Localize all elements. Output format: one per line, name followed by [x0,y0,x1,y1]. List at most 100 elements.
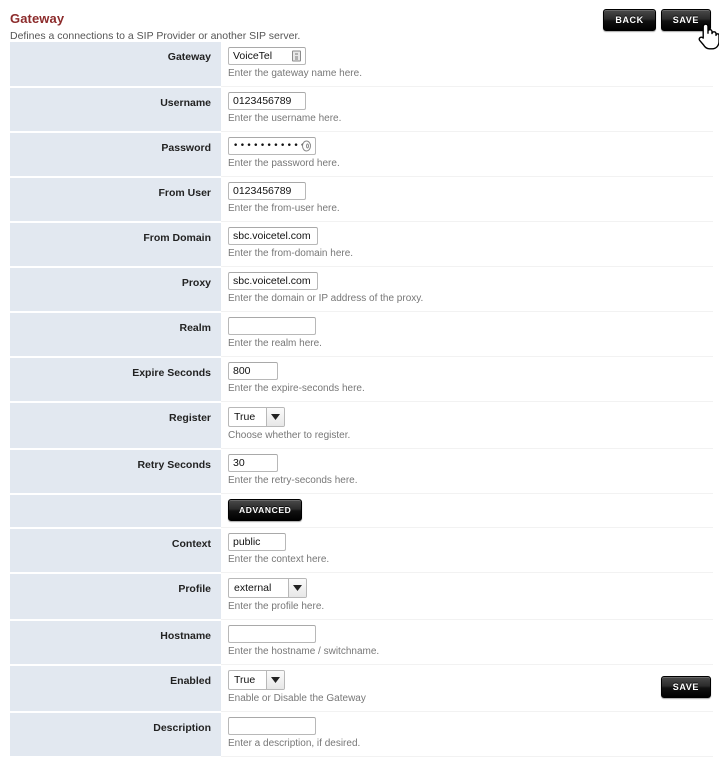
field-cell-proxy: Enter the domain or IP address of the pr… [221,266,713,312]
retry-seconds-input[interactable] [228,454,278,472]
label-text-context: Context [171,537,211,550]
field-cell-from-domain: Enter the from-domain here. [221,221,713,267]
field-label-from-user: From User [10,176,221,223]
form-row-profile: Profile external Enter the profile here. [10,572,713,621]
realm-input[interactable] [228,317,316,335]
label-text-from-user: From User [158,186,211,199]
field-hint-from-domain: Enter the from-domain here. [228,248,354,259]
form-row-from-user: From User Enter the from-user here. [10,176,713,223]
form-row-hostname: Hostname Enter the hostname / switchname. [10,619,713,666]
field-label-description: Description [10,711,221,758]
chevron-down-icon[interactable] [288,579,306,597]
save-button-bottom[interactable]: SAVE [660,676,711,698]
gateway-form-rows: Gateway Enter the gateway name here. Usern… [10,42,713,758]
field-label-username: Username [10,86,221,133]
label-text-gateway: Gateway [167,51,211,63]
field-hint-description: Enter a description, if desired. [228,738,361,749]
label-text-enabled: Enabled [170,674,211,687]
reveal-password-icon[interactable] [302,140,311,152]
field-label-register: Register [10,401,221,450]
field-cell-enabled: True Enable or Disable the Gateway [221,664,713,712]
from-domain-input[interactable] [228,227,318,245]
gateway-settings-page: Gateway Defines a connections to a SIP P… [0,0,719,758]
username-input[interactable] [228,92,306,110]
field-label-password: Password [10,131,221,178]
field-hint-username: Enter the username here. [228,113,342,124]
field-label-expire-seconds: Expire Seconds [10,356,221,403]
chevron-down-icon[interactable] [266,408,284,426]
field-cell-advanced: ADVANCED [221,493,713,528]
field-cell-username: Enter the username here. [221,86,713,132]
form-row-context: Context Enter the context here. [10,527,713,574]
field-hint-expire-seconds: Enter the expire-seconds here. [228,383,365,394]
field-label-proxy: Proxy [10,266,221,313]
form-row-gateway: Gateway Enter the gateway name here. [10,42,713,88]
form-row-from-domain: From Domain Enter the from-domain here. [10,221,713,268]
register-select-value: True [234,411,256,423]
field-label-hostname: Hostname [10,619,221,666]
description-input[interactable] [228,717,316,735]
field-label-context: Context [10,527,221,574]
field-cell-from-user: Enter the from-user here. [221,176,713,222]
enabled-select[interactable]: True [228,670,285,690]
field-hint-hostname: Enter the hostname / switchname. [228,646,380,657]
field-cell-profile: external Enter the profile here. [221,572,713,620]
field-hint-proxy: Enter the domain or IP address of the pr… [228,293,424,304]
label-text-password: Password [161,141,211,154]
field-cell-gateway: Enter the gateway name here. [221,42,713,87]
form-row-password: Password Enter the password here. [10,131,713,178]
field-label-retry-seconds: Retry Seconds [10,448,221,495]
from-user-input[interactable] [228,182,306,200]
label-text-expire-seconds: Expire Seconds [132,366,211,379]
form-row-username: Username Enter the username here. [10,86,713,133]
label-text-profile: Profile [178,582,211,595]
expire-seconds-input[interactable] [228,362,278,380]
label-text-retry-seconds: Retry Seconds [137,458,211,471]
field-cell-register: True Choose whether to register. [221,401,713,449]
header-action-buttons: BACK SAVE [603,9,711,31]
enabled-select-value: True [234,674,256,686]
field-hint-profile: Enter the profile here. [228,601,325,612]
field-hint-realm: Enter the realm here. [228,338,322,349]
profile-select[interactable]: external [228,578,307,598]
label-text-register: Register [168,411,211,424]
form-row-retry-seconds: Retry Seconds Enter the retry-seconds her… [10,448,713,495]
gateway-input-wrap [228,47,306,65]
label-text-realm: Realm [179,321,211,334]
form-row-proxy: Proxy Enter the domain or IP address of t… [10,266,713,313]
field-cell-expire-seconds: Enter the expire-seconds here. [221,356,713,402]
label-text-proxy: Proxy [181,276,211,289]
field-label-from-domain: From Domain [10,221,221,268]
page-header: Gateway Defines a connections to a SIP P… [0,0,719,42]
form-row-expire-seconds: Expire Seconds Enter the expire-seconds h… [10,356,713,403]
label-text-hostname: Hostname [160,629,211,642]
form-fill-icon[interactable] [292,50,301,62]
hostname-input[interactable] [228,625,316,643]
field-cell-realm: Enter the realm here. [221,311,713,357]
advanced-button[interactable]: ADVANCED [228,499,303,521]
label-text-from-domain: From Domain [143,231,211,244]
field-label-realm: Realm [10,311,221,358]
footer-action-buttons: SAVE [660,676,711,698]
chevron-down-icon[interactable] [266,671,284,689]
field-cell-password: Enter the password here. [221,131,713,177]
field-label-profile: Profile [10,572,221,621]
field-label-advanced [10,493,221,529]
profile-select-value: external [234,582,272,594]
label-text-description: Description [153,721,211,734]
back-button[interactable]: BACK [603,9,656,31]
field-cell-context: Enter the context here. [221,527,713,573]
gateway-form-table: Gateway Enter the gateway name here. Usern… [10,42,713,758]
save-button-top[interactable]: SAVE [660,9,711,31]
field-hint-register: Choose whether to register. [228,430,351,441]
field-hint-context: Enter the context here. [228,554,330,565]
field-hint-enabled: Enable or Disable the Gateway [228,693,366,704]
register-select[interactable]: True [228,407,285,427]
form-row-enabled: Enabled True Enable or Disable the Gateway [10,664,713,713]
field-cell-hostname: Enter the hostname / switchname. [221,619,713,665]
context-input[interactable] [228,533,286,551]
field-hint-from-user: Enter the from-user here. [228,203,340,214]
proxy-input[interactable] [228,272,318,290]
field-cell-retry-seconds: Enter the retry-seconds here. [221,448,713,494]
field-hint-retry-seconds: Enter the retry-seconds here. [228,475,358,486]
